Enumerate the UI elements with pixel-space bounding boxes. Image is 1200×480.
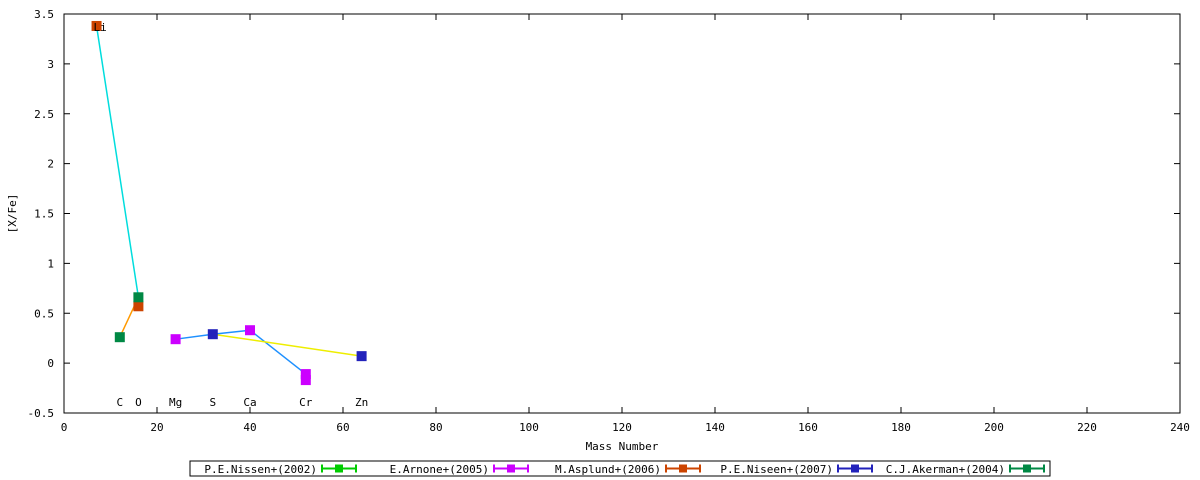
connector-line [212, 329, 251, 335]
legend-label: C.J.Akerman+(2004) [886, 463, 1005, 476]
legend-label: P.E.Niseen+(2007) [720, 463, 833, 476]
data-point [114, 332, 125, 343]
y-tick-label: 1.5 [34, 208, 54, 221]
legend-sample-marker [335, 464, 343, 473]
data-point [356, 351, 367, 362]
data-markers [91, 20, 367, 386]
legend: P.E.Nissen+(2002) E.Arnone+(2005) M.Asplun… [189, 460, 1051, 477]
axes: 0 20 40 60 80 100 120 140 160 180 200 220 240 -0.5 0 0.… [6, 8, 1190, 453]
data-point [133, 292, 144, 303]
legend-label: E.Arnone+(2005) [390, 463, 489, 476]
x-tick-label: 60 [336, 421, 349, 434]
x-tick-label: 0 [61, 421, 68, 434]
x-tick-label: 220 [1077, 421, 1097, 434]
legend-label: M.Asplund+(2006) [555, 463, 661, 476]
y-tick-label: -0.5 [28, 407, 55, 420]
y-tick-label: 0.5 [34, 307, 54, 320]
data-point [170, 334, 181, 345]
y-tick-label: 3.5 [34, 8, 54, 21]
y-tick-label: 2 [47, 158, 54, 171]
chart: C O Mg S Ca Cr ZnLi 0 20 40 60 80 100 120 140 160 180 20… [6, 8, 1190, 477]
y-tick-label: 1 [47, 257, 54, 270]
y-tick-label: 3 [47, 58, 54, 71]
x-axis-title: Mass Number [586, 440, 659, 453]
connector-line [249, 329, 307, 375]
x-tick-label: 40 [243, 421, 256, 434]
x-tick-label: 240 [1170, 421, 1190, 434]
data-point [245, 325, 255, 336]
legend-sample-marker [507, 464, 515, 473]
point-annotation: Li [94, 21, 107, 34]
element-label: Cr [299, 396, 313, 409]
legend-sample-marker [679, 464, 687, 473]
x-tick-label: 80 [429, 421, 442, 434]
element-label: Mg [169, 396, 182, 409]
connector-line [212, 333, 362, 357]
data-point [300, 375, 311, 386]
connector-line [175, 333, 213, 340]
connector-lines [95, 25, 362, 375]
x-tick-label: 180 [891, 421, 911, 434]
y-tick-label: 0 [47, 357, 54, 370]
x-tick-label: 20 [150, 421, 163, 434]
connector-line [95, 25, 140, 298]
data-point [133, 301, 144, 312]
x-tick-label: 100 [519, 421, 539, 434]
element-label: C [116, 396, 123, 409]
x-tick-label: 200 [984, 421, 1004, 434]
element-label: Zn [355, 396, 368, 409]
legend-sample-marker [1023, 464, 1031, 473]
element-label: S [209, 396, 216, 409]
data-point [207, 329, 218, 340]
x-tick-label: 140 [705, 421, 725, 434]
legend-label: P.E.Nissen+(2002) [204, 463, 317, 476]
plot-area [63, 13, 1181, 414]
x-tick-label: 160 [798, 421, 818, 434]
y-axis-title: [X/Fe] [6, 194, 19, 234]
y-tick-label: 2.5 [34, 108, 54, 121]
element-label: O [135, 396, 142, 409]
x-tick-label: 120 [612, 421, 632, 434]
plot-frame [63, 13, 1181, 414]
legend-sample-marker [851, 464, 859, 473]
